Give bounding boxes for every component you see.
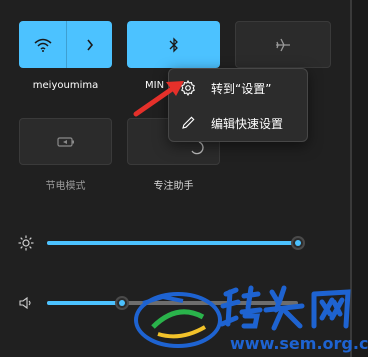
airplane-icon xyxy=(236,22,330,67)
red-arrow-annotation xyxy=(133,81,184,117)
wifi-tile[interactable] xyxy=(19,21,112,68)
brightness-slider-thumb[interactable] xyxy=(291,236,305,250)
wifi-icon[interactable] xyxy=(19,21,66,68)
wifi-tile-label: meiyoumima xyxy=(32,80,99,91)
bluetooth-tile[interactable] xyxy=(127,21,220,68)
menu-item-label: 编辑快速设置 xyxy=(211,116,284,131)
watermark-logo xyxy=(134,292,222,348)
battery-saver-label: 节电模式 xyxy=(45,181,86,192)
watermark-brand-chars xyxy=(219,285,351,331)
battery-saver-tile[interactable] xyxy=(19,118,112,165)
volume-slider-thumb[interactable] xyxy=(115,296,129,310)
chevron-right-icon[interactable] xyxy=(67,21,112,68)
brightness-icon xyxy=(17,234,35,252)
volume-fill xyxy=(47,301,122,305)
focus-assist-label: 专注助手 xyxy=(153,181,194,192)
brightness-fill xyxy=(47,241,298,245)
airplane-mode-tile[interactable] xyxy=(235,21,331,68)
battery-saver-icon xyxy=(20,119,111,164)
watermark-url: www.sem.org.cn xyxy=(230,334,368,353)
menu-item-label: 转到“设置” xyxy=(211,81,272,96)
speaker-icon[interactable] xyxy=(17,294,35,312)
bluetooth-icon xyxy=(127,21,220,68)
